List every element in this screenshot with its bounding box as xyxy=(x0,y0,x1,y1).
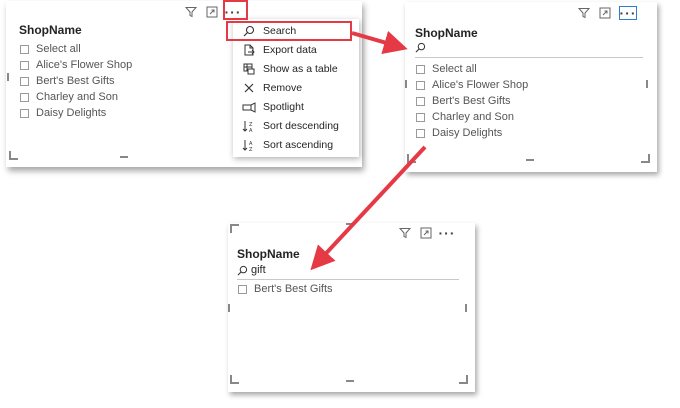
arrow-to-search-panel xyxy=(351,30,408,54)
arrow-to-filtered-panel xyxy=(310,145,427,271)
annotation-arrows xyxy=(310,30,427,271)
